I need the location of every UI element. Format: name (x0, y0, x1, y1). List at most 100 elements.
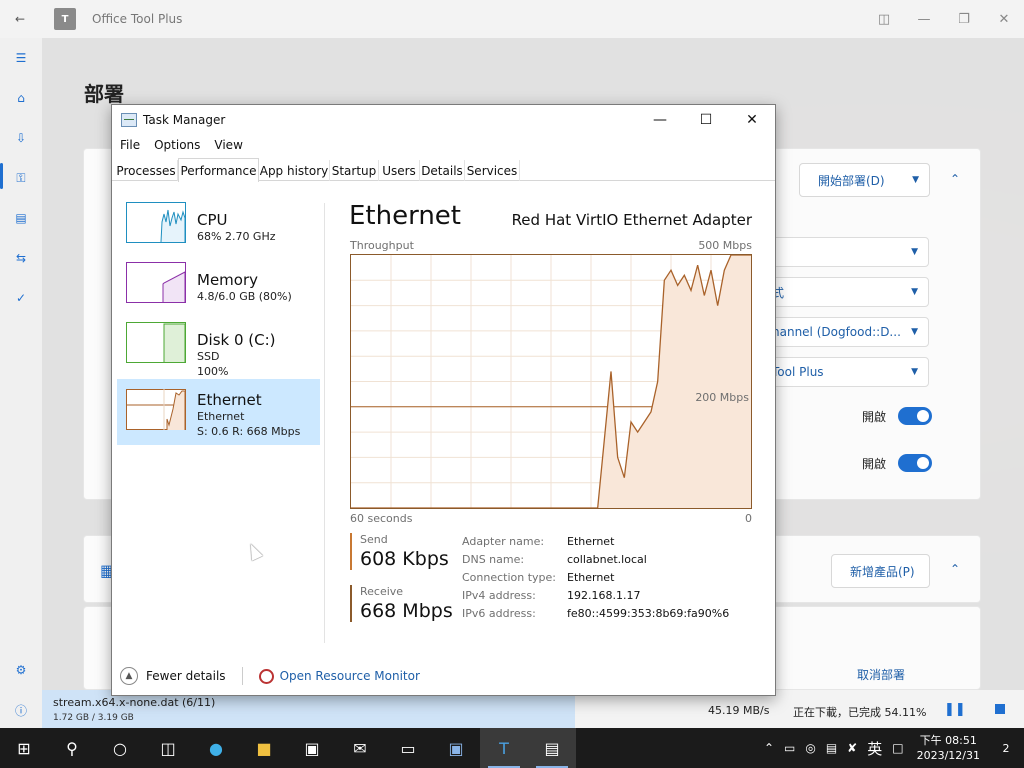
convert-icon[interactable]: ⇆ (0, 238, 42, 278)
search-icon[interactable]: ⚲ (48, 728, 96, 768)
meet-now-icon[interactable]: ◎ (805, 741, 815, 755)
store-icon[interactable]: ▣ (288, 728, 336, 768)
menu-view[interactable]: View (214, 138, 242, 152)
toggle-row-1: 開啟 (862, 407, 933, 425)
back-arrow-icon[interactable]: ← (0, 0, 40, 38)
clock[interactable]: 下午 08:51 2023/12/31 (917, 733, 980, 763)
otp-titlebar: ← T Office Tool Plus ◫ — ❐ ✕ (0, 0, 1024, 38)
tab-startup[interactable]: Startup (330, 160, 379, 181)
tab-processes[interactable]: Processes (115, 160, 178, 181)
menu-file[interactable]: File (120, 138, 140, 152)
tab-app-history[interactable]: App history (259, 160, 330, 181)
mid-throughput-label: 200 Mbps (695, 391, 749, 404)
max-throughput-label: 500 Mbps (698, 239, 752, 252)
close-icon[interactable]: ✕ (729, 105, 775, 135)
edge-browser-icon[interactable]: ● (192, 728, 240, 768)
cancel-deploy-link[interactable]: 取消部署 (857, 666, 905, 683)
collapse-chevron-icon[interactable]: ⌃ (950, 562, 960, 576)
maximize-icon[interactable]: ❐ (944, 0, 984, 38)
throughput-label: Throughput (350, 239, 414, 252)
sidebar-sub: S: 0.6 R: 668 Mbps (197, 425, 301, 438)
ime-indicator[interactable]: 英 (867, 738, 882, 759)
sidebar-item-cpu[interactable]: CPU 68% 2.70 GHz (117, 198, 320, 262)
input-method-icon[interactable]: □ (892, 741, 903, 755)
document-check-icon[interactable]: ✓ (0, 278, 42, 318)
settings-gear-icon[interactable]: ⚙ (0, 650, 42, 690)
task-view-icon[interactable]: ◫ (144, 728, 192, 768)
dropdown-2[interactable]: 式 ▼ (771, 277, 929, 307)
add-product-button[interactable]: 新增產品(P) (831, 554, 930, 588)
tab-performance[interactable]: Performance (178, 158, 259, 182)
sidebar-sub: Ethernet (197, 410, 245, 423)
fewer-details-button[interactable]: ▲ Fewer details (120, 667, 226, 685)
minimize-icon[interactable]: — (904, 0, 944, 38)
sidebar-sub: 68% 2.70 GHz (197, 230, 276, 243)
remote-app-icon[interactable]: ▣ (432, 728, 480, 768)
terminal-icon[interactable]: ▭ (384, 728, 432, 768)
tab-users[interactable]: Users (379, 160, 420, 181)
key-icon[interactable]: ⚿ (0, 158, 42, 198)
deploy-icon[interactable]: ⇩ (0, 118, 42, 158)
maximize-icon[interactable]: ☐ (683, 105, 729, 135)
app-title: Office Tool Plus (92, 12, 183, 26)
detail-key: IPv6 address: (462, 607, 536, 620)
task-manager-taskbar-icon[interactable]: ▤ (528, 728, 576, 768)
home-icon[interactable]: ⌂ (0, 78, 42, 118)
app-logo-icon: T (54, 8, 76, 30)
dropdown-1[interactable]: ▼ (771, 237, 929, 267)
adapter-name: Red Hat VirtIO Ethernet Adapter (511, 211, 752, 229)
sidebar-label: Memory (197, 271, 259, 289)
mail-icon[interactable]: ✉ (336, 728, 384, 768)
send-stat: Send 608 Kbps (350, 533, 449, 570)
menu-options[interactable]: Options (154, 138, 200, 152)
resource-monitor-icon (258, 668, 274, 684)
detail-key: Connection type: (462, 571, 557, 584)
system-tray: ⌃ ▭ ◎ ▤ ✘ 英 □ 下午 08:51 2023/12/31 2 (759, 728, 1024, 768)
chevron-up-icon[interactable]: ⌃ (764, 741, 774, 755)
memory-mini-graph (126, 262, 186, 303)
pause-icon[interactable]: ❚❚ (944, 702, 966, 717)
office-tool-plus-icon[interactable]: T (480, 728, 528, 768)
start-windows-icon[interactable]: ⊞ (0, 728, 48, 768)
start-deploy-button[interactable]: 開始部署(D) ▼ (799, 163, 930, 197)
toggle-switch[interactable] (898, 407, 933, 425)
toolbox-icon[interactable]: ▤ (0, 198, 42, 238)
stop-icon[interactable] (995, 704, 1005, 714)
minimize-icon[interactable]: — (637, 105, 683, 135)
tab-details[interactable]: Details (420, 160, 465, 181)
taskbar: ⊞ ⚲ ○ ◫ ● ■ ▣ ✉ ▭ ▣ T ▤ ⌃ ▭ ◎ ▤ ✘ 英 □ 下午… (0, 728, 1024, 768)
detail-value: fe80::4599:353:8b69:fa90%6 (567, 607, 730, 620)
file-explorer-icon[interactable]: ■ (240, 728, 288, 768)
channel-dropdown[interactable]: hannel (Dogfood::D... ▼ (771, 317, 929, 347)
source-dropdown[interactable]: Tool Plus ▼ (771, 357, 929, 387)
tab-services[interactable]: Services (465, 160, 520, 181)
battery-icon[interactable]: ▭ (784, 741, 795, 755)
sidebar-item-ethernet[interactable]: Ethernet Ethernet S: 0.6 R: 668 Mbps (117, 379, 320, 445)
pane-toggle-icon[interactable]: ◫ (864, 0, 904, 38)
tm-titlebar[interactable]: Task Manager — ☐ ✕ (112, 105, 775, 135)
sidebar-label: CPU (197, 211, 228, 229)
detail-value: 192.168.1.17 (567, 589, 641, 602)
sidebar-item-memory[interactable]: Memory 4.8/6.0 GB (80%) (117, 258, 320, 322)
volume-muted-icon[interactable]: ✘ (847, 741, 857, 755)
cortana-icon[interactable]: ○ (96, 728, 144, 768)
receive-stat: Receive 668 Mbps (350, 585, 453, 622)
sidebar-item-disk[interactable]: Disk 0 (C:) SSD 100% (117, 318, 320, 382)
clock-date: 2023/12/31 (916, 749, 980, 762)
nav-rail: ☰ ⌂ ⇩ ⚿ ▤ ⇆ ✓ ⚙ ⓘ (0, 38, 42, 728)
detail-value: collabnet.local (567, 553, 647, 566)
open-resource-monitor-link[interactable]: Open Resource Monitor (258, 668, 420, 684)
cpu-mini-graph (126, 202, 186, 243)
info-icon[interactable]: ⓘ (0, 690, 42, 730)
close-icon[interactable]: ✕ (984, 0, 1024, 38)
notifications-icon[interactable]: 2 (988, 728, 1024, 768)
toggle-switch[interactable] (898, 454, 933, 472)
hamburger-icon[interactable]: ☰ (0, 38, 42, 78)
disk-mini-graph (126, 322, 186, 363)
detail-key: DNS name: (462, 553, 525, 566)
detail-value: Ethernet (567, 571, 615, 584)
collapse-chevron-icon[interactable]: ⌃ (950, 172, 960, 186)
sidebar-label: Ethernet (197, 391, 262, 409)
tab-bar: Processes Performance App history Startu… (112, 158, 775, 182)
network-icon[interactable]: ▤ (826, 741, 837, 755)
